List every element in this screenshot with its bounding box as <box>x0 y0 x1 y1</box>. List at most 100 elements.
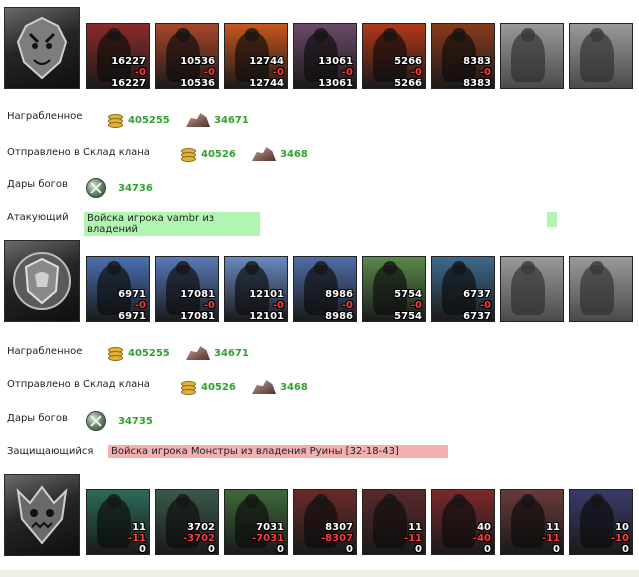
unit-count-mid: -0 <box>272 300 284 311</box>
unit-count-top: 8986 <box>325 289 353 300</box>
unit-portrait[interactable]: 10536 -0 10536 <box>155 23 219 89</box>
unit-portrait[interactable] <box>569 23 633 89</box>
unit-count-bot: 13061 <box>318 78 353 89</box>
unit-count-bot: 0 <box>208 544 215 555</box>
loot-label: Награбленное <box>7 346 83 357</box>
unit-portrait[interactable]: 3702 -3702 0 <box>155 489 219 555</box>
gold-coins-icon <box>106 112 124 128</box>
unit-count-bot: 10536 <box>180 78 215 89</box>
unit-portrait[interactable]: 40 -40 0 <box>431 489 495 555</box>
gods-orb-icon <box>86 411 106 431</box>
ore-icon <box>252 147 276 161</box>
loot-resources: 405255 <box>106 345 170 361</box>
unit-count-top: 12101 <box>249 289 284 300</box>
unit-count-top: 11 <box>546 522 560 533</box>
unit-count-top: 11 <box>132 522 146 533</box>
unit-portrait[interactable]: 16227 -0 16227 <box>86 23 150 89</box>
unit-count-top: 8383 <box>463 56 491 67</box>
unit-count-bot: 0 <box>415 544 422 555</box>
unit-count-mid: -0 <box>479 67 491 78</box>
unit-portrait[interactable]: 17081 -0 17081 <box>155 256 219 322</box>
unit-count-bot: 12101 <box>249 311 284 322</box>
ore-icon <box>186 113 210 127</box>
unit-portrait[interactable]: 11 -11 0 <box>86 489 150 555</box>
gifts-resources: 34736 <box>86 178 153 198</box>
sent-ore-value: 3468 <box>280 148 308 160</box>
unit-head-icon <box>383 261 397 275</box>
unit-portrait[interactable]: 11 -11 0 <box>500 489 564 555</box>
unit-portrait[interactable]: 5754 -0 5754 <box>362 256 426 322</box>
unit-portrait[interactable]: 8307 -8307 0 <box>293 489 357 555</box>
unit-count-bot: 0 <box>622 544 629 555</box>
unit-head-icon <box>245 261 259 275</box>
gifts-resources: 34735 <box>86 411 153 431</box>
unit-count-top: 8307 <box>325 522 353 533</box>
unit-head-icon <box>314 494 328 508</box>
unit-head-icon <box>107 28 121 42</box>
unit-count-top: 17081 <box>180 289 215 300</box>
attacker-role-label: Атакующий <box>7 212 69 223</box>
unit-count-bot: 8986 <box>325 311 353 322</box>
sent-ore-resources: 3468 <box>252 380 308 394</box>
gifts-value: 34735 <box>118 415 153 427</box>
unit-portrait[interactable] <box>500 256 564 322</box>
gifts-label: Дары богов <box>7 179 68 190</box>
unit-head-icon <box>245 494 259 508</box>
unit-portrait[interactable]: 5266 -0 5266 <box>362 23 426 89</box>
unit-count-mid: -0 <box>341 67 353 78</box>
unit-head-icon <box>452 494 466 508</box>
unit-portrait[interactable]: 11 -11 0 <box>362 489 426 555</box>
unit-portrait[interactable]: 6737 -0 6737 <box>431 256 495 322</box>
unit-portrait[interactable]: 13061 -0 13061 <box>293 23 357 89</box>
unit-head-icon <box>383 494 397 508</box>
unit-head-icon <box>521 28 535 42</box>
unit-count-top: 10536 <box>180 56 215 67</box>
unit-portrait[interactable] <box>569 256 633 322</box>
unit-count-bot: 6971 <box>118 311 146 322</box>
unit-count-top: 11 <box>408 522 422 533</box>
unit-count-mid: -0 <box>410 300 422 311</box>
loot-ore-value: 34671 <box>214 114 249 126</box>
sent-resources: 40526 <box>179 379 236 395</box>
gifts-label: Дары богов <box>7 413 68 424</box>
attacker-army-bar[interactable]: Войска игрока vambr из владений <box>84 212 260 236</box>
unit-count-mid: -11 <box>541 533 560 544</box>
unit-count-mid: -3702 <box>183 533 215 544</box>
unit-portrait[interactable]: 6971 -0 6971 <box>86 256 150 322</box>
unit-head-icon <box>590 28 604 42</box>
unit-count-bot: 17081 <box>180 311 215 322</box>
defender-army-bar[interactable]: Войска игрока Монстры из владения Руины … <box>108 445 448 458</box>
unit-count-top: 5266 <box>394 56 422 67</box>
defender-role-label: Защищающийся <box>7 446 94 457</box>
unit-portrait[interactable]: 8383 -0 8383 <box>431 23 495 89</box>
unit-head-icon <box>590 261 604 275</box>
loot-label: Награбленное <box>7 111 83 122</box>
unit-count-top: 16227 <box>111 56 146 67</box>
unit-count-top: 5754 <box>394 289 422 300</box>
loot-ore-value: 34671 <box>214 347 249 359</box>
unit-count-mid: -0 <box>479 300 491 311</box>
unit-count-top: 6737 <box>463 289 491 300</box>
unit-head-icon <box>314 261 328 275</box>
unit-portrait[interactable] <box>500 23 564 89</box>
unit-head-icon <box>383 28 397 42</box>
unit-count-mid: -11 <box>403 533 422 544</box>
unit-head-icon <box>452 261 466 275</box>
unit-count-bot: 16227 <box>111 78 146 89</box>
unit-portrait[interactable]: 8986 -0 8986 <box>293 256 357 322</box>
gold-coins-icon <box>179 379 197 395</box>
unit-portrait[interactable]: 10 -10 0 <box>569 489 633 555</box>
sent-ore-resources: 3468 <box>252 147 308 161</box>
unit-count-bot: 5266 <box>394 78 422 89</box>
sent-label: Отправлено в Склад клана <box>7 147 150 158</box>
unit-portrait[interactable]: 12101 -0 12101 <box>224 256 288 322</box>
unit-portrait[interactable]: 7031 -7031 0 <box>224 489 288 555</box>
ore-icon <box>252 380 276 394</box>
unit-count-bot: 0 <box>346 544 353 555</box>
unit-head-icon <box>176 261 190 275</box>
unit-count-mid: -10 <box>610 533 629 544</box>
loot-ore-resources: 34671 <box>186 113 249 127</box>
unit-count-bot: 0 <box>484 544 491 555</box>
unit-portrait[interactable]: 12744 -0 12744 <box>224 23 288 89</box>
unit-head-icon <box>590 494 604 508</box>
